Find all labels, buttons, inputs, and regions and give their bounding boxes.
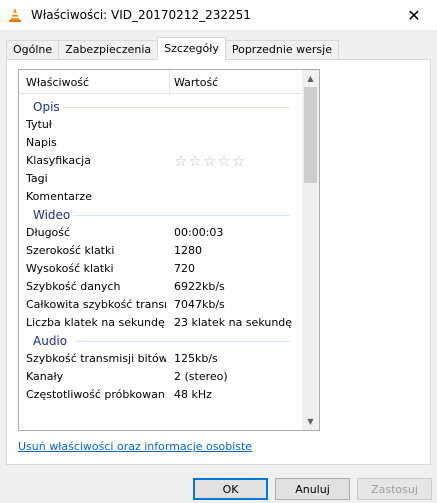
property-row[interactable]: Szerokość klatki 1280 [19,242,302,260]
property-name: Szybkość transmisji bitów [26,352,166,365]
property-name: Całkowita szybkość transmi... [26,298,166,311]
column-property[interactable]: Właściwość [26,76,89,89]
group-label: Wideo [33,208,71,222]
group-header-audio: Audio [19,332,302,350]
group-divider [63,107,290,108]
property-row[interactable]: Częstotliwość próbkowania ... 48 kHz [19,386,302,404]
details-panel: Właściwość Wartość Opis Tytuł Napis Klas… [6,59,431,465]
group-header-description: Opis [19,98,302,116]
property-value: 720 [174,262,195,275]
scroll-up-arrow-icon[interactable]: ▲ [302,70,319,87]
apply-button[interactable]: Zastosuj [357,478,432,500]
property-name: Szybkość danych [26,280,121,293]
property-value: 23 klatek na sekundę [174,316,293,329]
property-value: 00:00:03 [174,226,224,239]
property-name: Wysokość klatki [26,262,114,275]
property-name: Długość [26,226,71,239]
scroll-thumb[interactable] [304,87,317,183]
property-value: 6922kb/s [174,280,225,293]
property-row[interactable]: Komentarze [19,188,302,206]
property-row[interactable]: Liczba klatek na sekundę 23 klatek na se… [19,314,302,332]
property-name: Tagi [26,172,48,185]
property-row[interactable]: Szybkość danych 6922kb/s [19,278,302,296]
property-row[interactable]: Kanały 2 (stereo) [19,368,302,386]
property-name: Napis [26,136,57,149]
property-value: 1280 [174,244,202,257]
property-row[interactable]: Długość 00:00:03 [19,224,302,242]
property-value: 48 kHz [174,388,212,401]
property-name: Częstotliwość próbkowania ... [26,388,166,401]
property-row[interactable]: Całkowita szybkość transmi... 7047kb/s [19,296,302,314]
property-row[interactable]: Wysokość klatki 720 [19,260,302,278]
rating-stars-icon[interactable]: ☆☆☆☆☆ [174,152,246,170]
cancel-button[interactable]: Anuluj [275,478,350,500]
tab-general[interactable]: Ogólne [6,40,60,60]
property-rows: Opis Tytuł Napis Klasyfikacja ☆☆☆☆☆ Tagi… [19,98,302,404]
column-value[interactable]: Wartość [174,76,218,89]
vertical-scrollbar[interactable]: ▲ ▼ [302,70,319,430]
group-divider [73,215,290,216]
group-label: Audio [33,334,68,348]
tab-previous-versions[interactable]: Poprzednie wersje [224,40,339,60]
scroll-down-arrow-icon[interactable]: ▼ [302,413,319,430]
ok-button[interactable]: OK [193,478,268,500]
property-name: Kanały [26,370,64,383]
property-value: 125kb/s [174,352,218,365]
properties-list[interactable]: Właściwość Wartość Opis Tytuł Napis Klas… [18,69,320,431]
property-name: Liczba klatek na sekundę [26,316,165,329]
property-name: Komentarze [26,190,92,203]
property-name: Tytuł [26,118,52,131]
property-row[interactable]: Tytuł [19,116,302,134]
tab-strip: Ogólne Zabezpieczenia Szczegóły Poprzedn… [6,37,339,60]
group-header-video: Wideo [19,206,302,224]
remove-properties-link[interactable]: Usuń właściwości oraz informacje osobist… [18,440,252,453]
property-name: Szerokość klatki [26,244,115,257]
group-divider [75,341,290,342]
property-value: 2 (stereo) [174,370,228,383]
property-row[interactable]: Klasyfikacja ☆☆☆☆☆ [19,152,302,170]
tab-details[interactable]: Szczegóły [157,37,226,60]
title-bar: Właściwości: VID_20170212_232251 ✕ [0,0,437,30]
close-button[interactable]: ✕ [391,0,437,30]
vlc-cone-icon [9,8,21,22]
tab-security[interactable]: Zabezpieczenia [58,40,159,60]
property-value: 7047kb/s [174,298,225,311]
property-row[interactable]: Szybkość transmisji bitów 125kb/s [19,350,302,368]
column-divider[interactable] [169,70,170,94]
window-title: Właściwości: VID_20170212_232251 [31,8,251,22]
close-icon: ✕ [407,5,421,25]
column-header: Właściwość Wartość [19,70,302,94]
property-row[interactable]: Tagi [19,170,302,188]
property-name: Klasyfikacja [26,154,91,167]
group-label: Opis [33,100,60,114]
property-row[interactable]: Napis [19,134,302,152]
